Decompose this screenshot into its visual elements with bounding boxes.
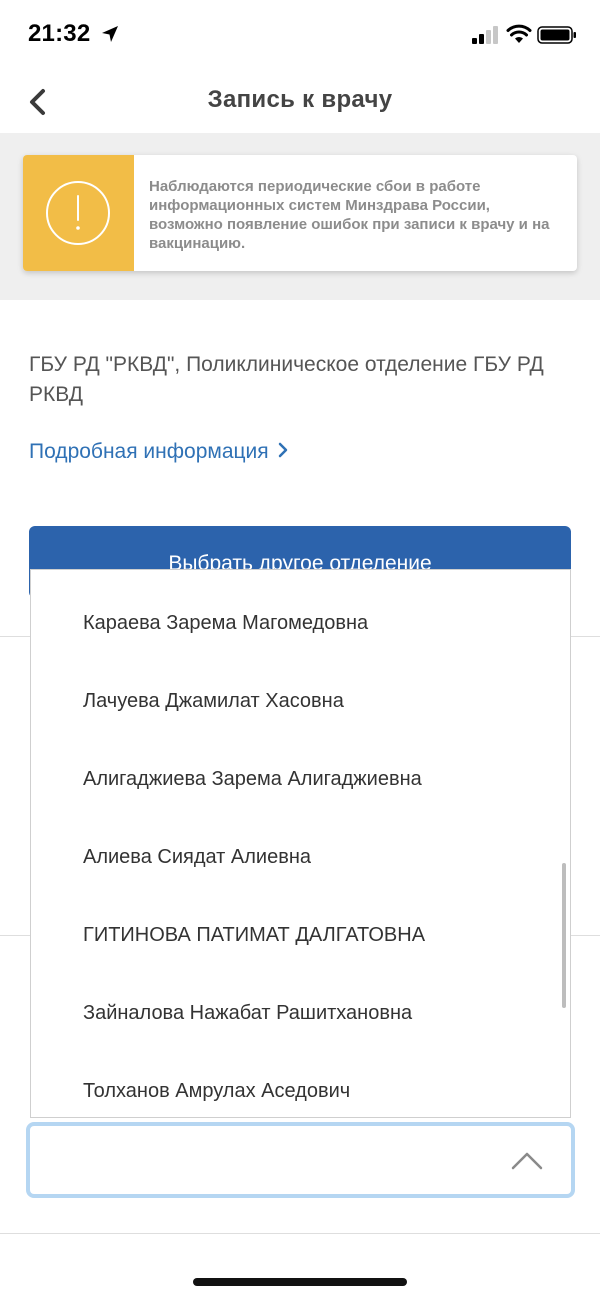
doctor-option-label: Алигаджиева Зарема Алигаджиевна	[83, 768, 422, 790]
home-indicator[interactable]	[193, 1278, 407, 1286]
doctor-option-label: Зайналова Нажабат Рашитхановна	[83, 1002, 413, 1024]
navigation-bar: Запись к врачу	[0, 72, 600, 132]
warning-notice-card: Наблюдаются периодические сбои в работе …	[23, 155, 577, 271]
doctor-option-label: Караева Зарема Магомедовна	[83, 612, 369, 634]
wifi-icon	[506, 24, 532, 43]
doctor-option-label: Лачуева Джамилат Хасовна	[83, 690, 344, 712]
doctor-select-field[interactable]	[26, 1122, 575, 1198]
doctor-option[interactable]: Толханов Амрулах Аседович	[31, 1052, 570, 1117]
status-time: 21:32	[28, 20, 91, 47]
doctor-option[interactable]: Алиева Сиядат Алиевна	[31, 818, 570, 896]
doctor-dropdown-list[interactable]: Караева Зарема Магомедовна Лачуева Джами…	[30, 569, 571, 1118]
chevron-right-icon	[278, 442, 287, 458]
cellular-signal-icon	[472, 26, 498, 44]
dropdown-scrollbar[interactable]	[562, 863, 566, 1008]
doctor-option-label: Толханов Амрулах Аседович	[83, 1080, 351, 1102]
doctor-option[interactable]: Лачуева Джамилат Хасовна	[31, 662, 570, 740]
notice-accent	[23, 155, 134, 271]
battery-icon	[537, 26, 576, 44]
doctor-option[interactable]: Зайналова Нажабат Рашитхановна	[31, 974, 570, 1052]
divider	[0, 1233, 600, 1234]
app-screen: 21:32 Запись к врачу Наблюдаются периоди…	[0, 0, 600, 1297]
doctor-option-label: ГИТИНОВА ПАТИМАТ ДАЛГАТОВНА	[83, 924, 426, 946]
doctor-option[interactable]: Караева Зарема Магомедовна	[31, 584, 570, 662]
details-link-label: Подробная информация	[29, 440, 269, 463]
doctor-option[interactable]: ГИТИНОВА ПАТИМАТ ДАЛГАТОВНА	[31, 896, 570, 974]
exclamation-circle-icon	[46, 181, 110, 245]
doctor-option-label: Алиева Сиядат Алиевна	[83, 846, 311, 868]
details-link[interactable]: Подробная информация	[29, 440, 289, 464]
status-bar: 21:32	[0, 0, 600, 72]
location-arrow-icon	[102, 26, 118, 42]
chevron-up-icon	[511, 1152, 543, 1170]
notice-text: Наблюдаются периодические сбои в работе …	[149, 178, 550, 252]
page-title: Запись к врачу	[207, 86, 393, 113]
notice-section: Наблюдаются периодические сбои в работе …	[0, 133, 600, 300]
doctor-option[interactable]: Алигаджиева Зарема Алигаджиевна	[31, 740, 570, 818]
clinic-name: ГБУ РД "РКВД", Поликлиническое отделение…	[29, 353, 544, 406]
